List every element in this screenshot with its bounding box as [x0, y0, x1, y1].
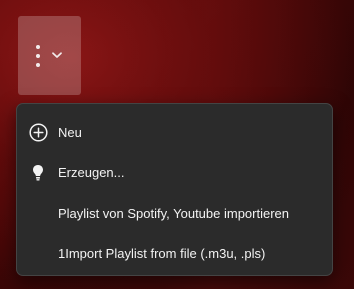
add-circle-icon: [28, 122, 48, 142]
menu-item-label: Playlist von Spotify, Youtube importiere…: [58, 205, 290, 221]
lightbulb-icon: [28, 163, 48, 183]
menu-item-new[interactable]: Neu: [21, 112, 328, 153]
menu-item-import-from-file[interactable]: 1Import Playlist from file (.m3u, .pls): [21, 234, 328, 275]
chevron-down-icon: [52, 52, 62, 59]
menu-item-import-spotify-youtube[interactable]: Playlist von Spotify, Youtube importiere…: [21, 193, 328, 234]
icon-placeholder: [28, 244, 48, 264]
menu-item-label: 1Import Playlist from file (.m3u, .pls): [58, 246, 266, 262]
context-menu: Neu Erzeugen... Playlist von Spotify, Yo…: [16, 103, 333, 276]
more-vertical-icon: [36, 44, 40, 67]
menu-item-label: Neu: [58, 124, 82, 140]
menu-item-generate[interactable]: Erzeugen...: [21, 153, 328, 194]
more-options-button[interactable]: [18, 16, 81, 95]
menu-item-label: Erzeugen...: [58, 165, 125, 181]
icon-placeholder: [28, 203, 48, 223]
